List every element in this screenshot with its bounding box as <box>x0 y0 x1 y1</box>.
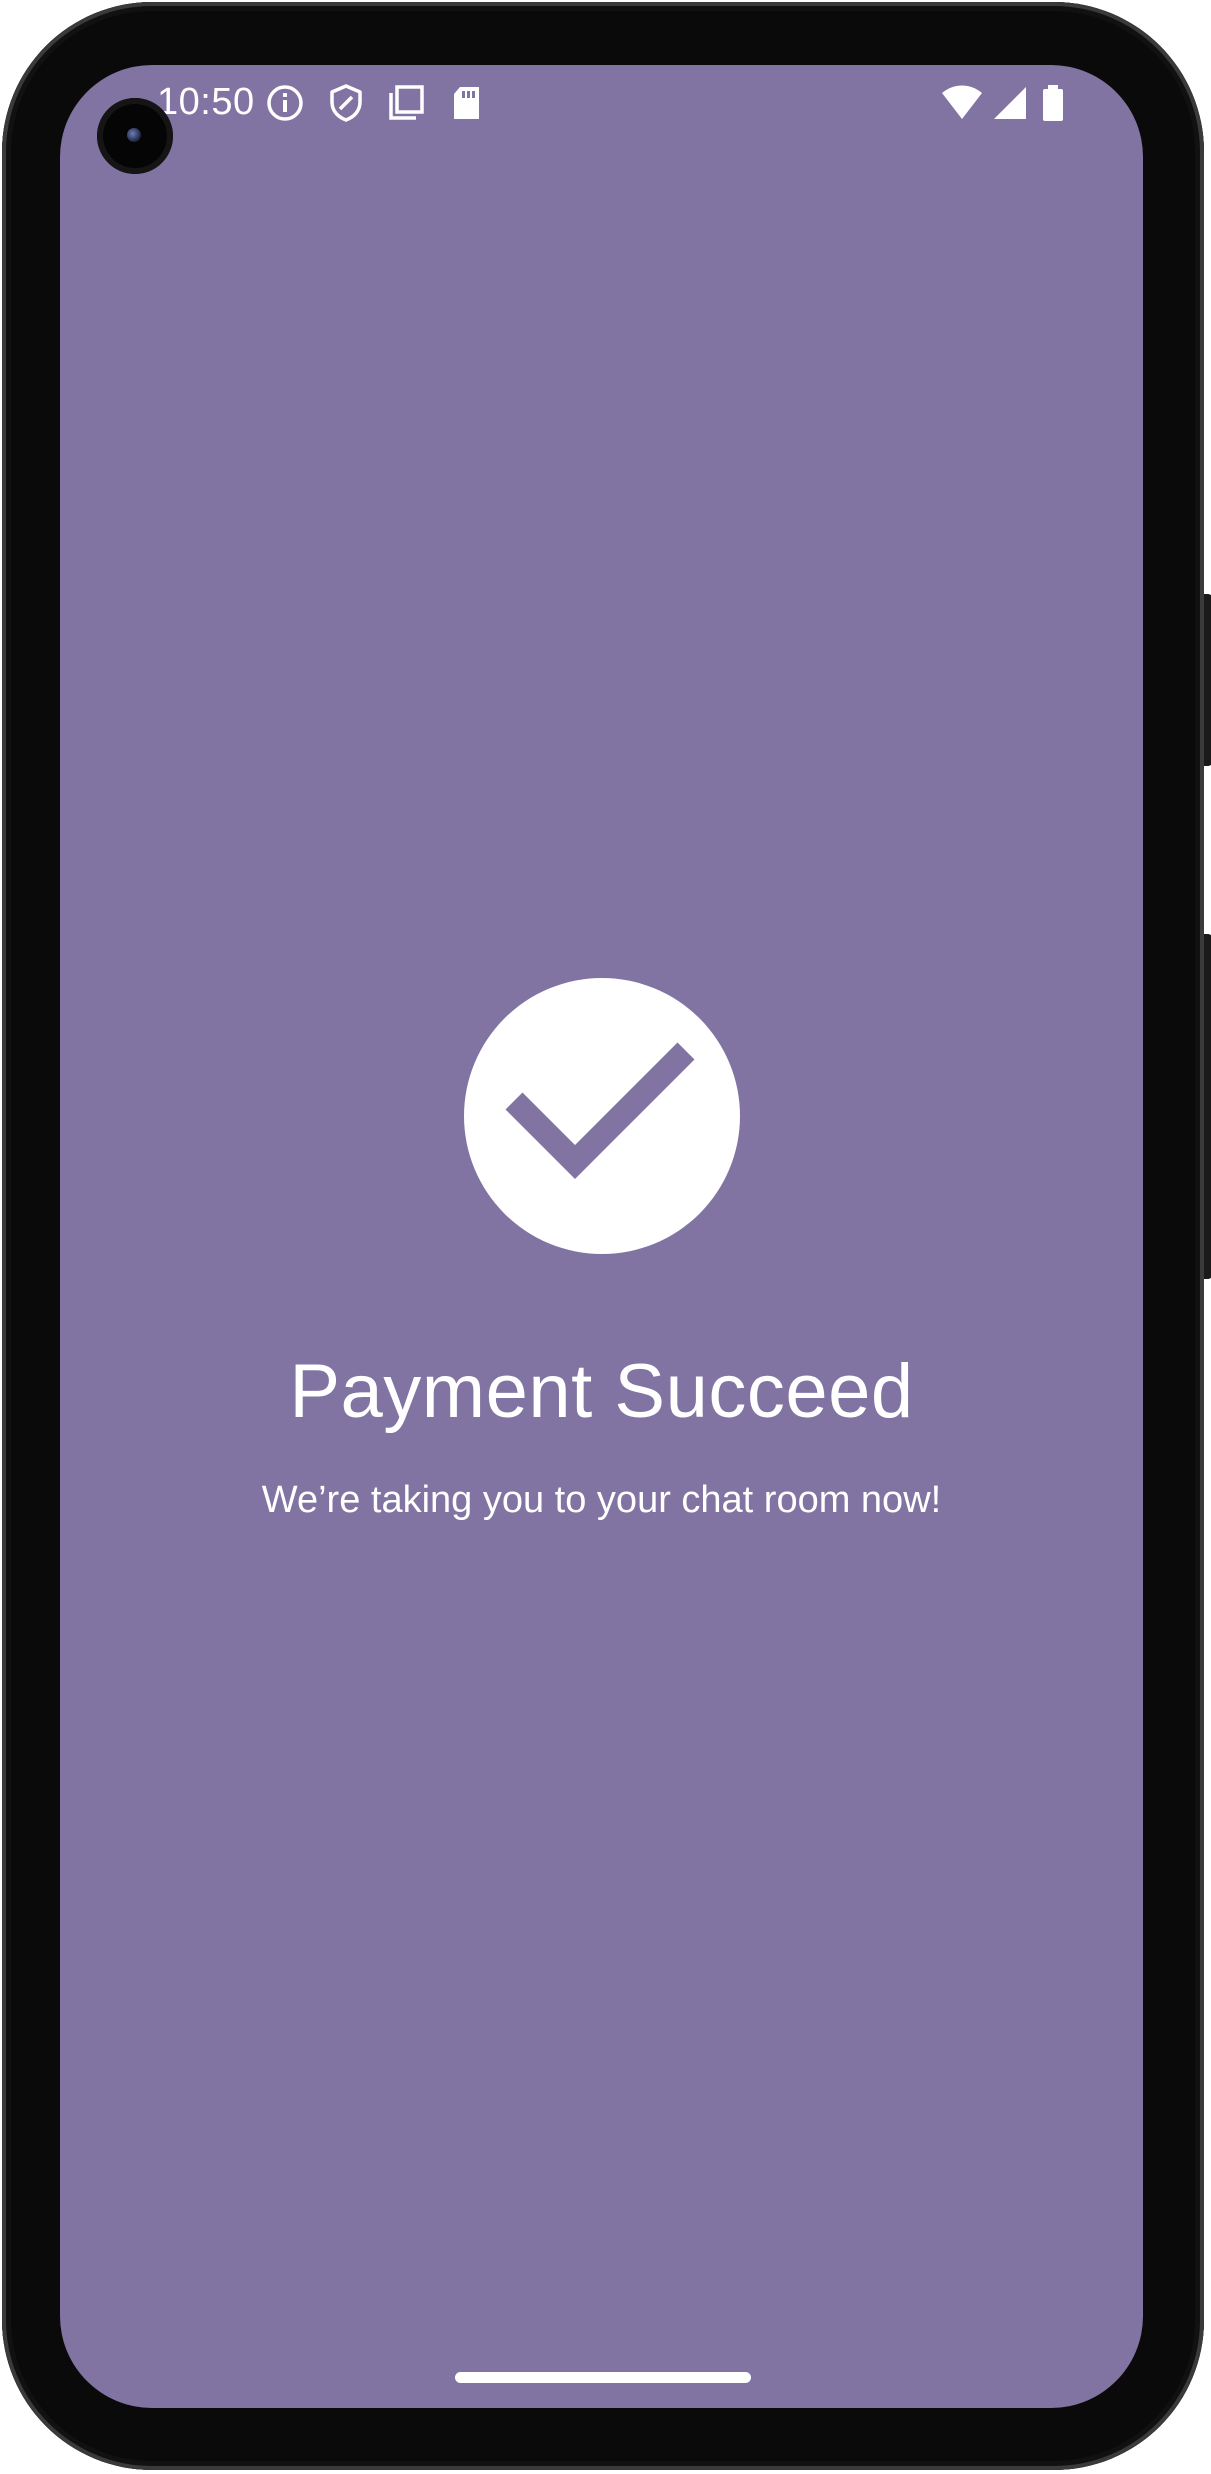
payment-status-message: We’re taking you to your chat room now! <box>261 1479 942 1521</box>
phone-frame: 10:50 Payment Succeed We’re taking you t… <box>2 2 1211 2470</box>
app-screen: 10:50 Payment Succeed We’re taking you t… <box>60 65 1143 2408</box>
payment-success-view: Payment Succeed We’re taking you to your… <box>60 65 1143 2408</box>
power-button <box>1204 594 1211 766</box>
payment-status-title: Payment Succeed <box>289 1349 914 1434</box>
home-indicator[interactable] <box>455 2372 751 2383</box>
check-circle-icon <box>464 978 740 1254</box>
front-camera <box>97 98 173 174</box>
volume-button <box>1204 934 1211 1279</box>
